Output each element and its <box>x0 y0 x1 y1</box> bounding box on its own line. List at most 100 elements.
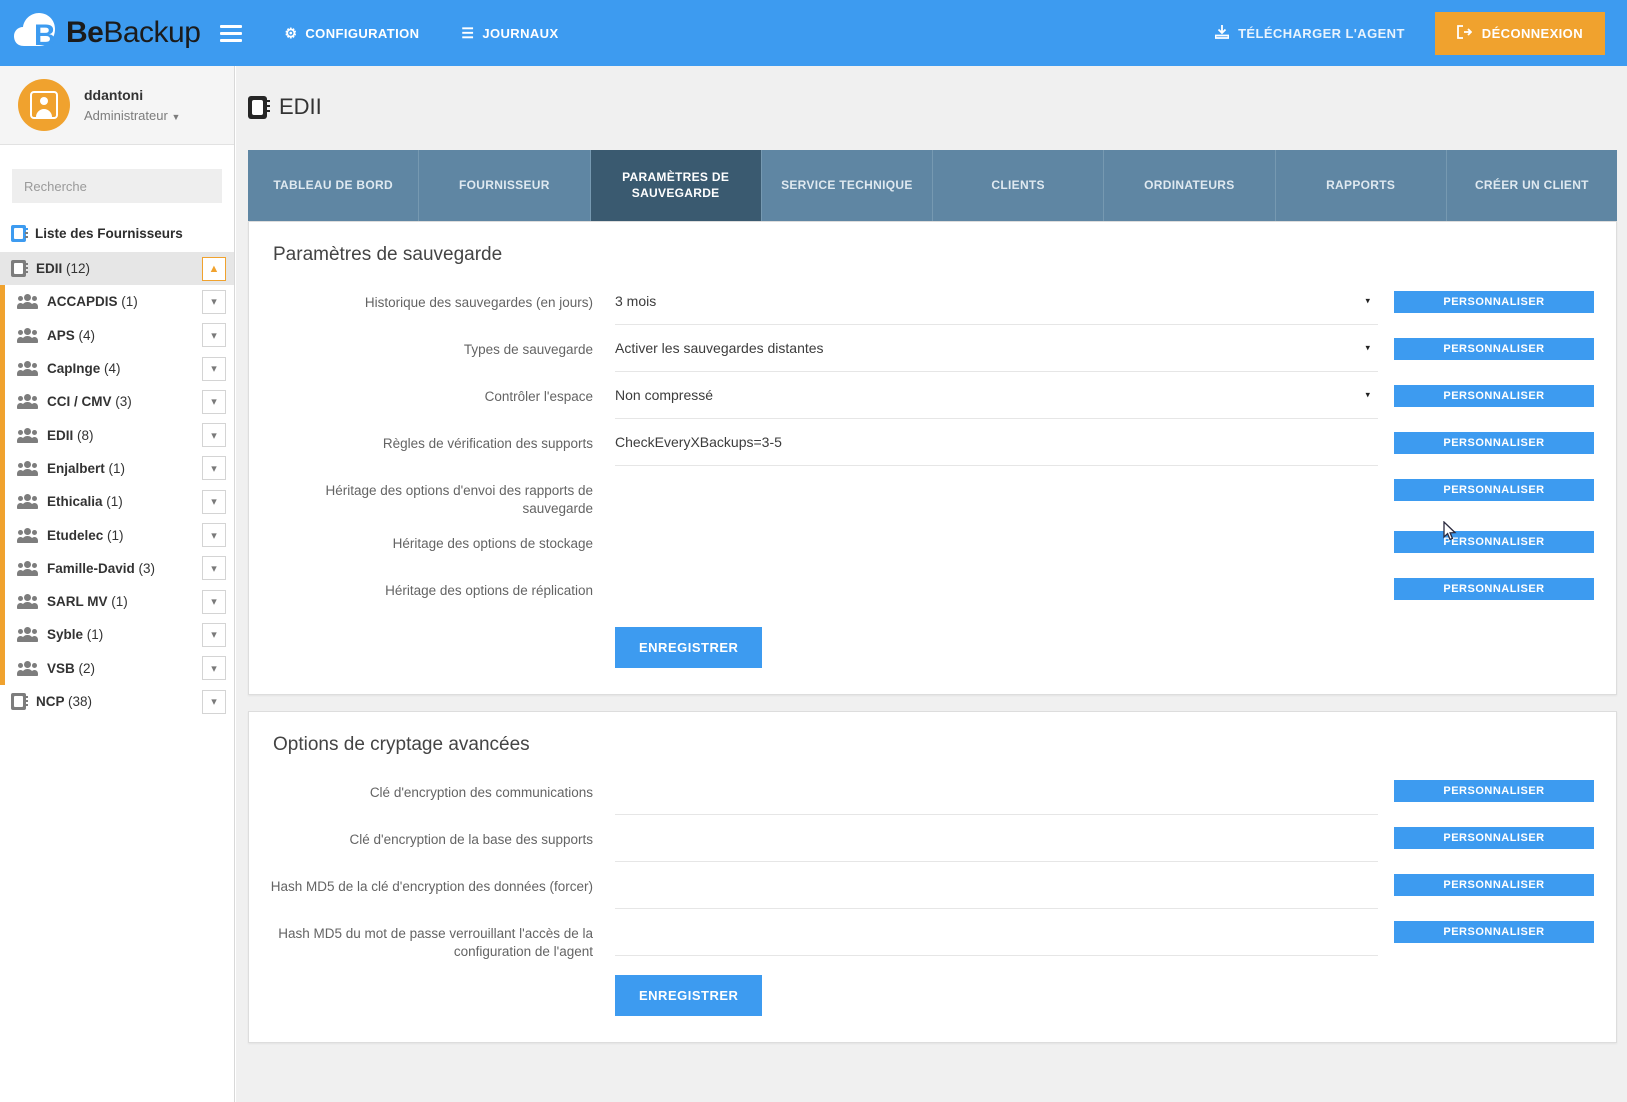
tab-fournisseur[interactable]: FOURNISSEUR <box>419 150 591 222</box>
chevron-up-icon[interactable]: ▲ <box>202 256 226 281</box>
form-control: PERSONNALISER <box>615 519 1594 566</box>
sidebar-item-count: (1) <box>108 460 126 476</box>
chevron-down-icon[interactable]: ▾ <box>202 589 226 614</box>
tab-ordinateurs[interactable]: ORDINATEURS <box>1104 150 1276 222</box>
logout-button[interactable]: DÉCONNEXION <box>1434 11 1605 55</box>
sidebar-item-cci-cmv[interactable]: CCI / CMV (3) ▾ <box>0 385 234 418</box>
sidebar-item-label: NCP (38) <box>36 694 93 709</box>
tab-tableau-de-bord[interactable]: TABLEAU DE BORD <box>248 150 420 222</box>
chevron-down-icon[interactable]: ▾ <box>1365 390 1370 401</box>
text-field[interactable] <box>615 768 1378 815</box>
nav-journaux-label: JOURNAUX <box>482 25 559 41</box>
form-row: Clé d'encryption de la base des supports… <box>261 815 1594 862</box>
customize-button[interactable]: PERSONNALISER <box>1394 431 1594 454</box>
sidebar-item-famille-david[interactable]: Famille-David (3) ▾ <box>0 552 234 585</box>
save-button[interactable]: ENREGISTRER <box>615 975 763 1017</box>
sidebar-item-capinge[interactable]: CapInge (4) ▾ <box>0 352 234 385</box>
chevron-down-icon[interactable]: ▾ <box>202 389 226 414</box>
select-field[interactable]: Activer les sauvegardes distantes ▾ <box>615 325 1378 373</box>
customize-button[interactable]: PERSONNALISER <box>1394 578 1594 601</box>
chevron-down-icon[interactable]: ▾ <box>202 622 226 647</box>
page-title-label: EDII <box>279 94 322 119</box>
sidebar-item-accapdis[interactable]: ACCAPDIS (1) ▾ <box>0 285 234 318</box>
main-content: EDII TABLEAU DE BORD FOURNISSEUR PARAMÈTRE… <box>236 66 1627 1102</box>
select-field[interactable]: 3 mois ▾ <box>615 278 1378 326</box>
chevron-down-icon[interactable]: ▾ <box>202 323 226 348</box>
customize-button[interactable]: PERSONNALISER <box>1394 874 1594 897</box>
customize-button[interactable]: PERSONNALISER <box>1394 531 1594 554</box>
chevron-down-icon[interactable]: ▾ <box>202 356 226 381</box>
sidebar-item-count: (1) <box>107 527 124 543</box>
chevron-down-icon[interactable]: ▾ <box>202 289 226 314</box>
text-field[interactable] <box>615 815 1378 862</box>
sidebar-item-sarl-mv[interactable]: SARL MV (1) ▾ <box>0 585 234 618</box>
tab-service-technique[interactable]: SERVICE TECHNIQUE <box>761 150 933 222</box>
sidebar-item-label: Ethicalia (1) <box>47 494 123 510</box>
chevron-down-icon[interactable]: ▾ <box>202 656 226 681</box>
form-row: Héritage des options de réplication PERSO… <box>261 566 1594 613</box>
download-agent-button[interactable]: TÉLÉCHARGER L'AGENT <box>1214 24 1405 42</box>
sidebar-item-ethicalia[interactable]: Ethicalia (1) ▾ <box>0 485 234 518</box>
chevron-down-icon[interactable]: ▾ <box>202 556 226 581</box>
customize-button[interactable]: PERSONNALISER <box>1394 921 1594 944</box>
brand-backup: Backup <box>103 16 201 49</box>
tab-label: CRÉER UN CLIENT <box>1474 177 1589 192</box>
customize-button[interactable]: PERSONNALISER <box>1394 384 1594 407</box>
sidebar-item-enjalbert[interactable]: Enjalbert (1) ▾ <box>0 452 234 485</box>
tab-label: ORDINATEURS <box>1144 177 1235 192</box>
sidebar-item-label: APS (4) <box>47 327 96 343</box>
sidebar-item-syble[interactable]: Syble (1) ▾ <box>0 618 234 651</box>
user-profile[interactable]: ddantoni Administrateur ▼ <box>0 66 234 145</box>
tab-cr-er-un-client[interactable]: CRÉER UN CLIENT <box>1446 150 1617 222</box>
sidebar-item-label: VSB (2) <box>47 660 96 676</box>
chevron-down-icon: ▼ <box>171 111 181 122</box>
sidebar-item-count: (1) <box>86 627 104 643</box>
sidebar-item-ncp[interactable]: NCP (38) ▾ <box>0 685 234 718</box>
download-agent-label: TÉLÉCHARGER L'AGENT <box>1238 25 1405 41</box>
text-field[interactable] <box>615 909 1378 956</box>
sidebar-item-vsb[interactable]: VSB (2) ▾ <box>0 652 234 685</box>
chevron-down-icon[interactable]: ▾ <box>202 523 226 548</box>
customize-button[interactable]: PERSONNALISER <box>1394 780 1594 803</box>
hamburger-icon[interactable] <box>220 24 243 42</box>
form-control: PERSONNALISER <box>615 566 1594 613</box>
sidebar-item-edii[interactable]: EDII (12) ▲ <box>0 252 234 286</box>
text-field[interactable] <box>615 862 1378 909</box>
brand-logo[interactable]: B BeBackup <box>14 12 201 54</box>
customize-button[interactable]: PERSONNALISER <box>1394 827 1594 850</box>
select-field[interactable]: Non compressé ▾ <box>615 372 1378 420</box>
customize-button[interactable]: PERSONNALISER <box>1394 337 1594 360</box>
form-label: Clé d'encryption de la base des supports <box>349 831 593 847</box>
chevron-down-icon[interactable]: ▾ <box>202 689 226 714</box>
logout-icon <box>1456 24 1473 42</box>
nav-configuration[interactable]: ⚙ CONFIGURATION <box>284 26 419 41</box>
customize-button[interactable]: PERSONNALISER <box>1394 290 1594 313</box>
text-field[interactable]: CheckEveryXBackups=3-5 <box>615 419 1378 467</box>
tab-rapports[interactable]: RAPPORTS <box>1275 150 1447 222</box>
tab-param-tres-de-sauvegarde[interactable]: PARAMÈTRES DE SAUVEGARDE <box>590 150 762 222</box>
sidebar-item-etudelec[interactable]: Etudelec (1) ▾ <box>0 518 234 551</box>
profile-role[interactable]: Administrateur ▼ <box>84 106 180 126</box>
nav-journaux[interactable]: ☰ JOURNAUX <box>461 26 558 41</box>
sidebar-item-aps[interactable]: APS (4) ▾ <box>0 319 234 352</box>
chevron-down-icon[interactable]: ▾ <box>202 489 226 514</box>
chevron-down-icon[interactable]: ▾ <box>1365 296 1370 307</box>
users-icon <box>17 394 38 410</box>
sidebar-item-count: (4) <box>78 327 96 343</box>
chevron-down-icon[interactable]: ▾ <box>202 423 226 448</box>
sidebar-item-label: Enjalbert (1) <box>47 460 126 476</box>
sidebar-item-count: (3) <box>115 394 132 410</box>
save-button[interactable]: ENREGISTRER <box>615 626 763 668</box>
users-icon <box>17 527 38 543</box>
suppliers-list-header: Liste des Fournisseurs <box>0 203 234 252</box>
form-control: PERSONNALISER <box>615 862 1594 909</box>
sidebar: ddantoni Administrateur ▼ Liste des Four… <box>0 66 235 1102</box>
sidebar-item-label: Etudelec (1) <box>47 527 124 543</box>
chevron-down-icon[interactable]: ▾ <box>202 456 226 481</box>
form-row: Historique des sauvegardes (en jours) 3 m… <box>261 278 1594 326</box>
sidebar-item-edii[interactable]: EDII (8) ▾ <box>0 418 234 451</box>
search-input[interactable] <box>12 169 222 203</box>
tab-clients[interactable]: CLIENTS <box>933 150 1105 222</box>
customize-button[interactable]: PERSONNALISER <box>1394 478 1594 501</box>
chevron-down-icon[interactable]: ▾ <box>1365 343 1370 354</box>
